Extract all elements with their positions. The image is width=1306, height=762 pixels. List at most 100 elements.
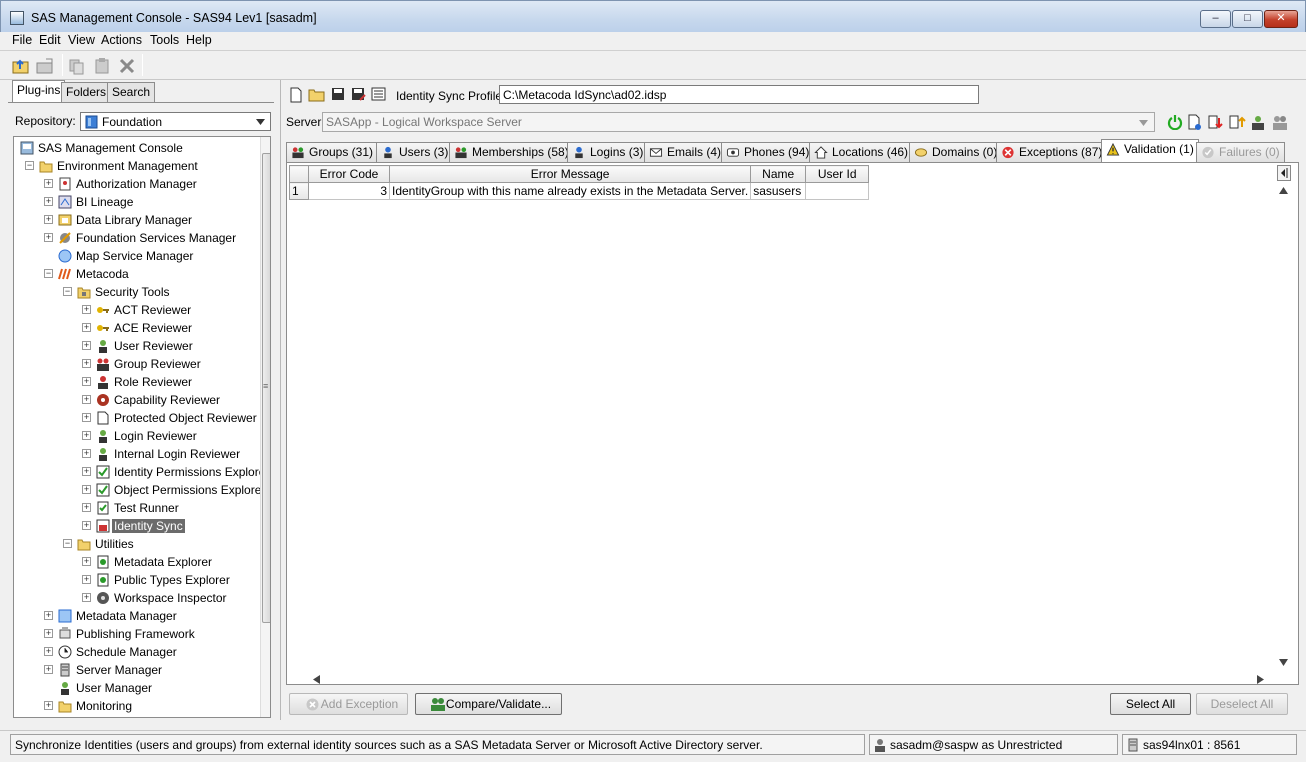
error-code-cell[interactable]: 3 (308, 182, 390, 200)
scroll-down-icon[interactable] (1279, 659, 1288, 666)
column-header-error-code[interactable]: Error Code (308, 165, 390, 183)
expand-toggle[interactable]: + (44, 665, 53, 674)
copy-icon[interactable] (68, 57, 86, 75)
power-icon[interactable] (1167, 114, 1183, 130)
tab-exceptions[interactable]: Exceptions (87) (996, 142, 1108, 162)
expand-toggle[interactable]: + (82, 485, 91, 494)
menu-help[interactable]: Help (186, 33, 212, 47)
expand-toggle[interactable]: + (82, 341, 91, 350)
open-profile-icon[interactable] (308, 87, 326, 102)
expand-toggle[interactable]: − (25, 161, 34, 170)
expand-toggle[interactable]: + (82, 503, 91, 512)
table-row[interactable]: 1 3 IdentityGroup with this name already… (289, 182, 870, 200)
expand-toggle[interactable]: + (82, 431, 91, 440)
minimize-button[interactable]: – (1200, 10, 1231, 28)
tab-locations[interactable]: Locations (46) (809, 142, 914, 162)
column-header-user-id[interactable]: User Id (805, 165, 870, 183)
expand-toggle[interactable]: + (82, 413, 91, 422)
tab-search[interactable]: Search (107, 82, 156, 102)
scroll-left-icon[interactable] (313, 675, 320, 684)
users-icon[interactable] (1271, 114, 1289, 131)
tree-item-label: Map Service Manager (76, 249, 194, 263)
properties-icon[interactable] (371, 87, 386, 101)
save-icon[interactable] (331, 87, 345, 101)
maximize-button[interactable]: □ (1232, 10, 1263, 28)
tab-groups[interactable]: Groups (31) (286, 142, 379, 162)
new-profile-icon[interactable] (289, 87, 303, 103)
tab-phones[interactable]: Phones (94) (721, 142, 815, 162)
repository-value: Foundation (102, 115, 163, 129)
column-header-error-message[interactable]: Error Message (388, 165, 752, 183)
scroll-up-icon[interactable] (1279, 187, 1288, 194)
column-header-name[interactable]: Name (750, 165, 807, 183)
tab-memberships[interactable]: Memberships (58) (449, 142, 574, 162)
expand-toggle[interactable]: + (82, 557, 91, 566)
user-icon (384, 146, 392, 159)
expand-toggle[interactable]: + (82, 449, 91, 458)
tree-scrollbar[interactable]: ≡ (260, 137, 270, 717)
sync-user-icon[interactable] (1228, 114, 1246, 131)
tab-folders[interactable]: Folders (61, 82, 112, 102)
expand-toggle[interactable]: + (44, 611, 53, 620)
tab-plug-ins[interactable]: Plug-ins (12, 80, 66, 102)
expand-toggle[interactable]: + (82, 521, 91, 530)
keys-icon (97, 325, 109, 331)
expand-toggle[interactable]: − (63, 539, 72, 548)
paste-icon[interactable] (93, 57, 111, 75)
expand-toggle[interactable]: + (82, 467, 91, 476)
expand-toggle[interactable]: + (44, 629, 53, 638)
expand-toggle[interactable]: + (82, 305, 91, 314)
user-id-cell[interactable] (805, 182, 870, 200)
expand-toggle[interactable]: + (82, 395, 91, 404)
warning-icon (1106, 143, 1120, 156)
main-toolbar (0, 50, 1306, 80)
menu-actions[interactable]: Actions (101, 33, 142, 47)
expand-toggle[interactable]: + (82, 575, 91, 584)
column-control-icon[interactable] (1277, 165, 1291, 181)
expand-toggle[interactable]: + (44, 233, 53, 242)
name-cell[interactable]: sasusers (750, 182, 807, 200)
left-panel: Plug-ins Folders Search Repository: Foun… (8, 80, 274, 720)
tab-users[interactable]: Users (3) (376, 142, 454, 162)
tab-validation[interactable]: Validation (1) (1101, 139, 1199, 163)
close-button[interactable]: ✕ (1264, 10, 1298, 28)
select-all-button[interactable]: Select All (1110, 693, 1191, 715)
profile-path-field[interactable]: C:\Metacoda IdSync\ad02.idsp (499, 85, 979, 104)
menu-tools[interactable]: Tools (150, 33, 179, 47)
expand-toggle[interactable]: + (44, 197, 53, 206)
menu-edit[interactable]: Edit (39, 33, 61, 47)
expand-toggle[interactable]: + (82, 377, 91, 386)
compare-validate-button[interactable]: Compare/Validate... (415, 693, 562, 715)
tab-failures[interactable]: Failures (0) (1196, 142, 1285, 162)
up-folder-icon[interactable] (12, 57, 30, 75)
add-exception-button[interactable]: Add Exception (289, 693, 408, 715)
tree-item-label: SAS Management Console (38, 141, 183, 155)
import-user-icon[interactable] (1207, 114, 1225, 131)
tree-item-label: Monitoring (76, 699, 133, 713)
menu-view[interactable]: View (68, 33, 95, 47)
scroll-right-icon[interactable] (1257, 675, 1264, 684)
repository-select[interactable]: Foundation (80, 112, 271, 131)
expand-toggle[interactable]: − (63, 287, 72, 296)
group-user-icon[interactable] (1249, 114, 1267, 131)
tab-emails[interactable]: Emails (4) (644, 142, 727, 162)
save-as-icon[interactable] (351, 87, 366, 102)
expand-toggle[interactable]: + (44, 701, 53, 710)
expand-toggle[interactable]: + (44, 179, 53, 188)
delete-icon[interactable] (118, 57, 136, 75)
tab-logins[interactable]: Logins (3) (567, 142, 649, 162)
server-select[interactable]: SASApp - Logical Workspace Server (322, 112, 1155, 132)
open-folder-icon[interactable] (36, 57, 54, 75)
tab-domains[interactable]: Domains (0) (909, 142, 1003, 162)
export-file-icon[interactable] (1187, 114, 1203, 131)
expand-toggle[interactable]: + (44, 647, 53, 656)
error-message-cell[interactable]: IdentityGroup with this name already exi… (388, 182, 752, 200)
expand-toggle[interactable]: + (44, 215, 53, 224)
deselect-all-button[interactable]: Deselect All (1196, 693, 1288, 715)
menu-file[interactable]: File (12, 33, 32, 47)
expand-toggle[interactable]: + (82, 323, 91, 332)
tab-label: Exceptions (87) (1019, 145, 1103, 159)
expand-toggle[interactable]: − (44, 269, 53, 278)
expand-toggle[interactable]: + (82, 359, 91, 368)
expand-toggle[interactable]: + (82, 593, 91, 602)
